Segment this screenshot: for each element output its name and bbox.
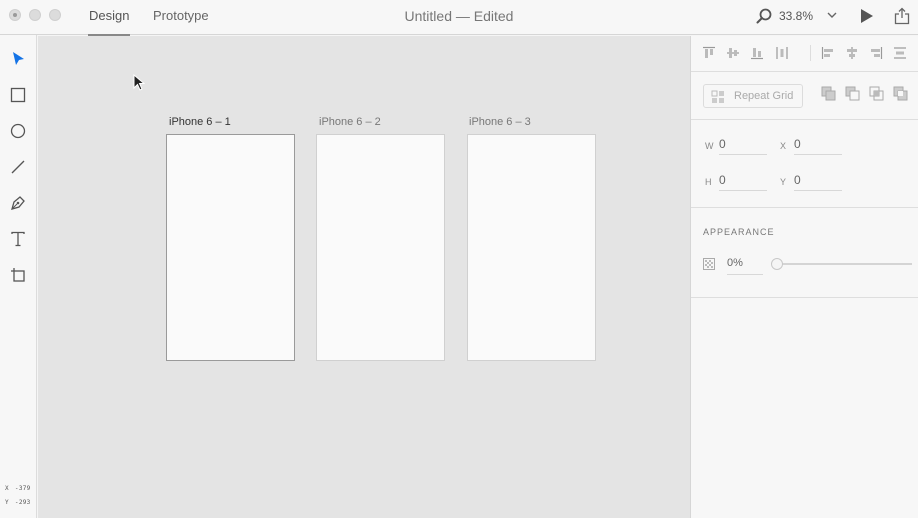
window-minimize-button[interactable] <box>29 9 41 21</box>
search-icon[interactable] <box>756 8 772 24</box>
x-label: X <box>780 141 787 151</box>
play-icon[interactable] <box>860 8 874 24</box>
align-center-icon[interactable] <box>845 46 859 60</box>
artboard-label-1[interactable]: iPhone 6 – 1 <box>169 116 231 128</box>
opacity-slider-handle[interactable] <box>771 258 783 270</box>
align-middle-icon[interactable] <box>726 46 740 60</box>
share-icon[interactable] <box>894 7 910 25</box>
opacity-icon <box>703 258 715 270</box>
width-field[interactable]: 0 <box>719 137 767 155</box>
align-bottom-icon[interactable] <box>750 46 764 60</box>
coord-x-label: X <box>5 485 9 492</box>
divider <box>810 45 811 61</box>
chevron-down-icon[interactable] <box>826 9 838 21</box>
window-close-button[interactable] <box>9 9 21 21</box>
artboard-tool-icon[interactable] <box>9 266 27 284</box>
title-bar: Design Prototype Untitled — Edited 33.8% <box>0 0 918 36</box>
design-canvas[interactable]: iPhone 6 – 1 iPhone 6 – 2 iPhone 6 – 3 <box>38 36 690 518</box>
alignment-section <box>691 36 918 72</box>
divider <box>691 207 918 208</box>
line-tool-icon[interactable] <box>9 158 27 176</box>
repeat-grid-label: Repeat Grid <box>734 90 794 102</box>
select-tool-icon[interactable] <box>9 50 27 68</box>
tool-bar: X -379 Y -293 <box>0 35 37 518</box>
boolean-subtract-icon[interactable] <box>845 86 860 101</box>
height-label: H <box>705 177 712 187</box>
property-inspector: Repeat Grid W 0 X 0 H 0 Y 0 APPEARANCE 0… <box>690 36 918 518</box>
ellipse-tool-icon[interactable] <box>9 122 27 140</box>
align-top-icon[interactable] <box>702 46 716 60</box>
y-label: Y <box>780 177 787 187</box>
y-field[interactable]: 0 <box>794 173 842 191</box>
x-field[interactable]: 0 <box>794 137 842 155</box>
repeat-grid-button[interactable]: Repeat Grid <box>703 84 803 108</box>
opacity-slider-track[interactable] <box>775 263 912 265</box>
transform-and-appearance-section: W 0 X 0 H 0 Y 0 <box>691 121 918 298</box>
artboard-label-2[interactable]: iPhone 6 – 2 <box>319 116 381 128</box>
distribute-vertical-icon[interactable] <box>775 46 789 60</box>
artboard-iphone-6-1[interactable] <box>166 134 295 361</box>
tab-prototype[interactable]: Prototype <box>153 7 209 35</box>
artboard-iphone-6-3[interactable] <box>467 134 596 361</box>
align-right-icon[interactable] <box>869 46 883 60</box>
boolean-exclude-icon[interactable] <box>893 86 908 101</box>
coord-x-value: -379 <box>14 485 31 492</box>
coord-y-label: Y <box>5 499 9 506</box>
cursor-y-readout: Y -293 <box>5 499 31 506</box>
window-zoom-button[interactable] <box>49 9 61 21</box>
align-left-icon[interactable] <box>821 46 835 60</box>
height-field[interactable]: 0 <box>719 173 767 191</box>
rectangle-tool-icon[interactable] <box>9 86 27 104</box>
repeat-grid-icon <box>711 90 724 103</box>
width-label: W <box>705 141 714 151</box>
text-tool-icon[interactable] <box>9 230 27 248</box>
zoom-level[interactable]: 33.8% <box>779 9 813 23</box>
repeat-grid-section: Repeat Grid <box>691 73 918 120</box>
cursor-x-readout: X -379 <box>5 485 31 492</box>
coord-y-value: -293 <box>14 499 31 506</box>
distribute-horizontal-icon[interactable] <box>893 46 907 60</box>
appearance-heading: APPEARANCE <box>703 227 775 237</box>
opacity-field[interactable]: 0% <box>727 257 763 275</box>
mouse-cursor-icon <box>133 74 145 91</box>
artboard-iphone-6-2[interactable] <box>316 134 445 361</box>
tab-design[interactable]: Design <box>87 7 131 36</box>
boolean-intersect-icon[interactable] <box>869 86 884 101</box>
pen-tool-icon[interactable] <box>9 194 27 212</box>
artboard-label-3[interactable]: iPhone 6 – 3 <box>469 116 531 128</box>
boolean-add-icon[interactable] <box>821 86 836 101</box>
